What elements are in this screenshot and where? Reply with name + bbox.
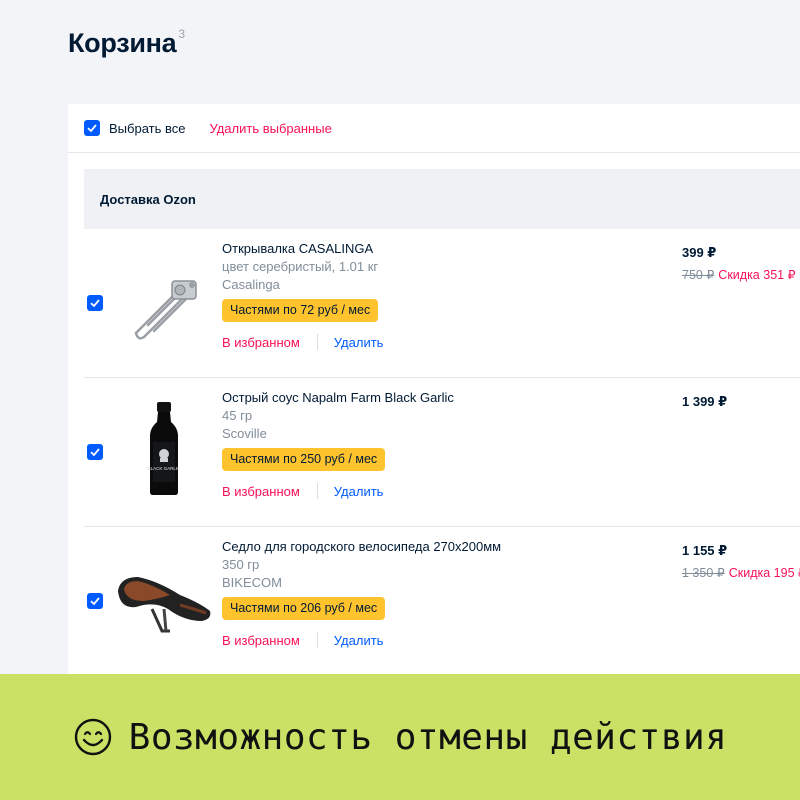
item-actions: В избранном Удалить xyxy=(222,334,383,350)
caption-banner: Возможность отмены действия xyxy=(0,674,800,800)
delete-selected-link[interactable]: Удалить выбранные xyxy=(209,121,331,136)
checkmark-icon xyxy=(90,448,100,457)
divider xyxy=(316,334,318,350)
price-discount-row: 1 350 ₽ Скидка 195 ₽ xyxy=(682,565,800,580)
item-actions: В избранном Удалить xyxy=(222,632,501,648)
delete-item-button[interactable]: Удалить xyxy=(334,335,384,350)
item-brand: Casalinga xyxy=(222,277,280,292)
delete-item-button[interactable]: Удалить xyxy=(334,484,384,499)
discount-label: Скидка 195 ₽ xyxy=(728,566,800,580)
item-info: Седло для городского велосипеда 270х200м… xyxy=(222,538,501,648)
checkmark-icon xyxy=(87,124,97,133)
favorite-button[interactable]: В избранном xyxy=(222,484,300,499)
price-block: 1 155 ₽ 1 350 ₽ Скидка 195 ₽ xyxy=(682,542,800,580)
cart-item: Седло для городского велосипеда 270х200м… xyxy=(84,527,800,676)
delivery-section-title: Доставка Ozon xyxy=(100,191,196,207)
banner-text: Возможность отмены действия xyxy=(128,716,728,758)
divider xyxy=(316,483,318,499)
favorite-button[interactable]: В избранном xyxy=(222,633,300,648)
bottle-label: BLACK GARLIC xyxy=(148,466,182,471)
item-attributes: цвет серебристый, 1.01 кг xyxy=(222,259,379,274)
old-price: 750 ₽ xyxy=(682,268,715,282)
item-price: 399 ₽ xyxy=(682,245,717,260)
delivery-section-header: Доставка Ozon xyxy=(84,169,800,229)
sauce-bottle-image[interactable]: BLACK GARLIC xyxy=(114,398,214,498)
item-actions: В избранном Удалить xyxy=(222,483,454,499)
page-title-text: Корзина xyxy=(68,28,177,58)
item-attributes: 45 гр xyxy=(222,408,253,423)
price-block: 399 ₽ 750 ₽ Скидка 351 ₽ xyxy=(682,244,796,282)
item-name[interactable]: Седло для городского велосипеда 270х200м… xyxy=(222,538,501,556)
cart-count: 3 xyxy=(178,27,185,41)
installments-badge[interactable]: Частями по 206 руб / мес xyxy=(222,597,386,620)
favorite-button[interactable]: В избранном xyxy=(222,335,300,350)
page-title: Корзина 3 xyxy=(68,27,185,59)
item-price: 1 399 ₽ xyxy=(682,394,728,409)
cart-item: BLACK GARLIC Острый соус Napalm Farm Bla… xyxy=(84,378,800,527)
cart-card: Выбрать все Удалить выбранные Доставка O… xyxy=(68,104,800,684)
select-all-label[interactable]: Выбрать все xyxy=(109,121,185,136)
installments-badge[interactable]: Частями по 250 руб / мес xyxy=(222,448,386,471)
item-checkbox[interactable] xyxy=(87,593,103,609)
item-price: 1 155 ₽ xyxy=(682,543,728,558)
checkmark-icon xyxy=(90,597,100,606)
bike-saddle-image[interactable] xyxy=(114,547,214,647)
smiley-icon xyxy=(74,718,111,756)
item-checkbox[interactable] xyxy=(87,444,103,460)
item-brand: Scoville xyxy=(222,426,267,441)
delete-item-button[interactable]: Удалить xyxy=(334,633,384,648)
cart-toolbar: Выбрать все Удалить выбранные xyxy=(68,104,800,153)
old-price: 1 350 ₽ xyxy=(682,566,725,580)
discount-label: Скидка 351 ₽ xyxy=(718,268,796,282)
divider xyxy=(316,632,318,648)
installments-badge[interactable]: Частями по 72 руб / мес xyxy=(222,299,379,322)
can-opener-image[interactable] xyxy=(114,249,214,349)
price-discount-row: 750 ₽ Скидка 351 ₽ xyxy=(682,267,796,282)
select-all-checkbox[interactable] xyxy=(84,120,100,136)
item-info: Острый соус Napalm Farm Black Garlic 45 … xyxy=(222,389,454,499)
item-attributes: 350 гр xyxy=(222,557,260,572)
item-name[interactable]: Открывалка CASALINGA xyxy=(222,240,383,258)
checkmark-icon xyxy=(90,299,100,308)
item-info: Открывалка CASALINGA цвет серебристый, 1… xyxy=(222,240,383,350)
price-block: 1 399 ₽ xyxy=(682,393,727,411)
item-brand: BIKECOM xyxy=(222,575,282,590)
item-name[interactable]: Острый соус Napalm Farm Black Garlic xyxy=(222,389,454,407)
item-checkbox[interactable] xyxy=(87,295,103,311)
cart-item: Открывалка CASALINGA цвет серебристый, 1… xyxy=(84,229,800,378)
